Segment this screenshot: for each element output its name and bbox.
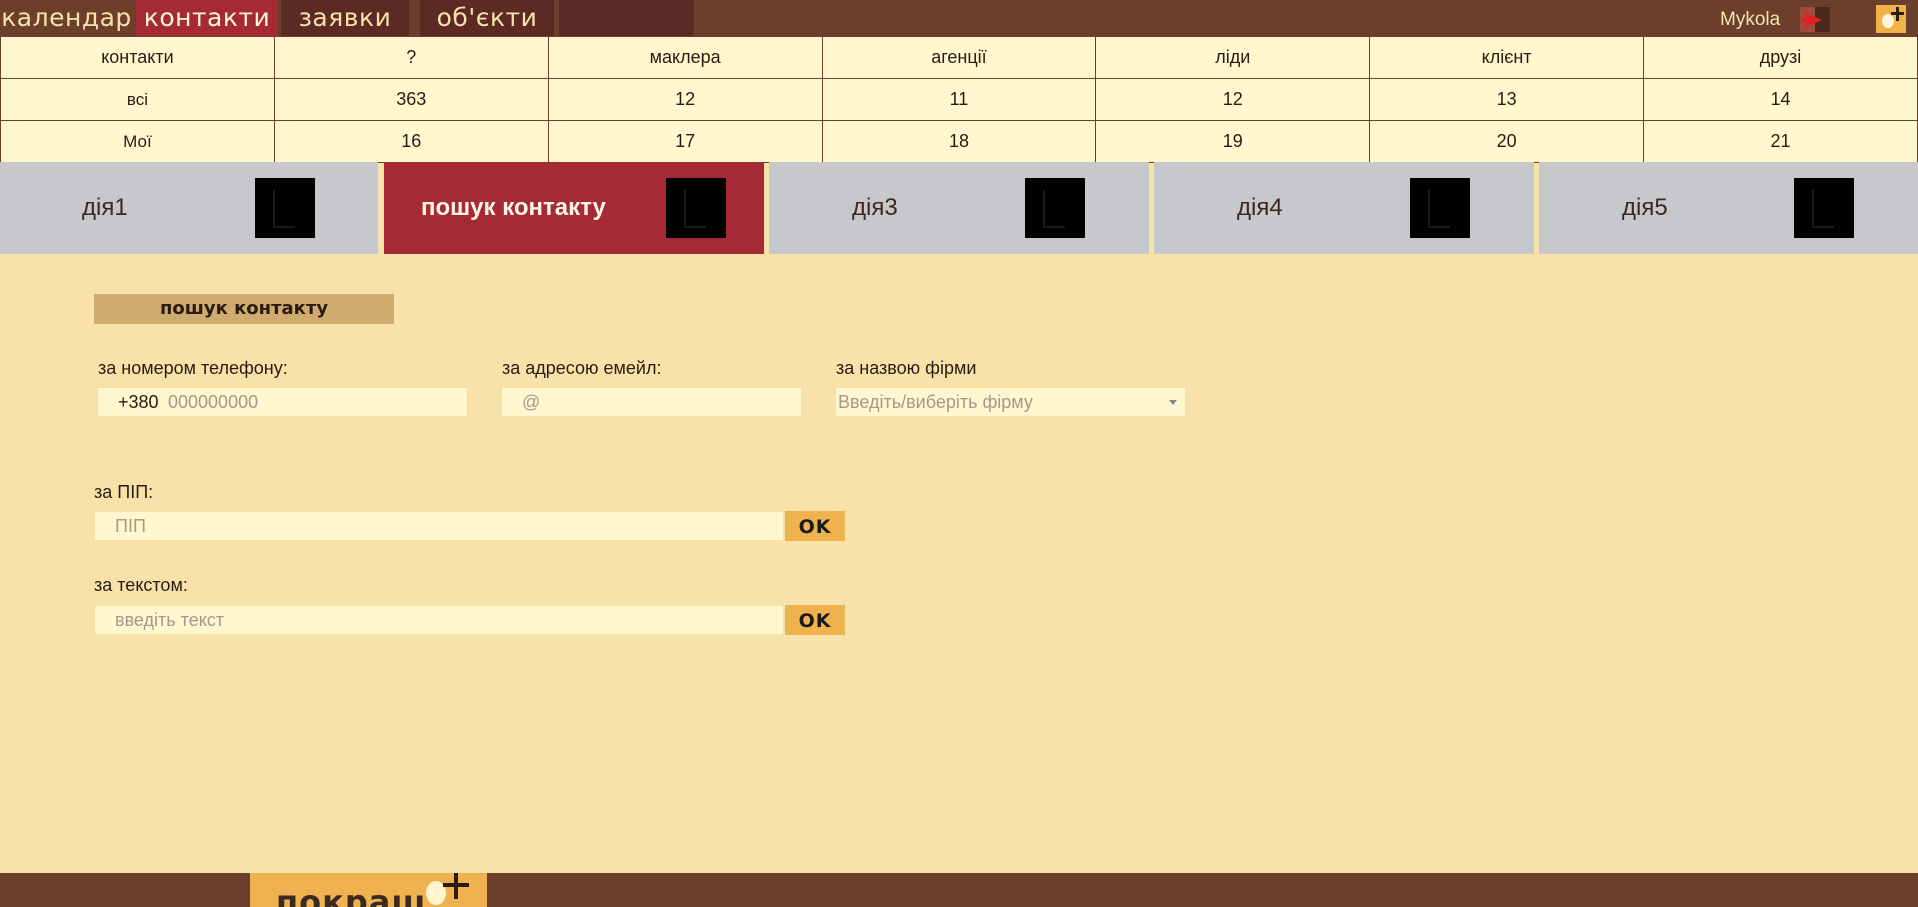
row-label: всі [0, 78, 275, 121]
table-cell[interactable]: 363 [273, 78, 549, 121]
nav-tab-calendar[interactable]: календар [0, 0, 133, 36]
column-header: контакти [0, 36, 275, 79]
table-header-row: контакти ? маклера агенції ліди клієнт д… [0, 36, 1918, 79]
action-tile-label: дія1 [82, 194, 128, 221]
firm-select[interactable] [835, 387, 1186, 417]
top-nav-bar: календар контакти заявки об'єкти Mykola [0, 0, 1918, 36]
nav-tab-requests[interactable]: заявки [281, 0, 409, 36]
improve-button[interactable]: покращ [250, 873, 487, 907]
table-cell[interactable]: 12 [1095, 78, 1371, 121]
chevron-down-icon[interactable] [1169, 400, 1177, 405]
row-label: Мої [0, 120, 275, 163]
action-tile-5[interactable]: дія5 [1539, 162, 1918, 254]
action-image-icon [666, 178, 726, 238]
table-cell[interactable]: 17 [547, 120, 823, 163]
lightbulb-plus-icon[interactable] [1876, 5, 1906, 33]
user-name: Mykola [1720, 9, 1781, 30]
contacts-stats-table: контакти ? маклера агенції ліди клієнт д… [0, 36, 1918, 163]
pip-label: за ПІП: [94, 482, 154, 502]
phone-label: за номером телефону: [98, 358, 288, 378]
email-field [501, 387, 802, 417]
action-image-icon [255, 178, 315, 238]
action-tile-search-contact[interactable]: пошук контакту [384, 162, 764, 254]
table-cell[interactable]: 16 [273, 120, 549, 163]
text-input[interactable] [115, 606, 775, 634]
pip-field [94, 511, 784, 541]
column-header[interactable]: маклера [547, 36, 823, 79]
text-field [94, 605, 784, 635]
table-cell[interactable]: 18 [821, 120, 1097, 163]
action-tile-4[interactable]: дія4 [1154, 162, 1534, 254]
table-row: всі 363 12 11 12 13 14 [0, 78, 1918, 121]
action-tile-label: дія3 [852, 194, 898, 221]
table-cell[interactable]: 20 [1369, 120, 1645, 163]
phone-prefix: +380 [118, 392, 159, 412]
action-tile-1[interactable]: дія1 [0, 162, 378, 254]
table-cell[interactable]: 11 [821, 78, 1097, 121]
nav-tab-empty[interactable] [559, 0, 694, 36]
nav-tab-objects[interactable]: об'єкти [420, 0, 554, 36]
column-header[interactable]: агенції [821, 36, 1097, 79]
table-cell[interactable]: 13 [1369, 78, 1645, 121]
logout-icon[interactable] [1800, 7, 1830, 32]
column-header[interactable]: ? [273, 36, 549, 79]
action-image-icon [1410, 178, 1470, 238]
action-image-icon [1025, 178, 1085, 238]
table-cell[interactable]: 14 [1643, 78, 1918, 121]
column-header[interactable]: клієнт [1369, 36, 1645, 79]
text-ok-button[interactable]: OK [785, 605, 845, 635]
table-cell[interactable]: 19 [1095, 120, 1371, 163]
phone-input[interactable] [168, 388, 458, 416]
email-label: за адресою емейл: [502, 358, 662, 378]
pip-input[interactable] [115, 512, 775, 540]
action-tile-label: дія5 [1622, 194, 1668, 221]
table-cell[interactable]: 21 [1643, 120, 1918, 163]
column-header[interactable]: друзі [1643, 36, 1918, 79]
pip-ok-button[interactable]: OK [785, 511, 845, 541]
nav-tab-contacts[interactable]: контакти [136, 0, 278, 36]
form-title: пошук контакту [94, 294, 394, 324]
action-tile-3[interactable]: дія3 [769, 162, 1149, 254]
firm-label: за назвою фірми [836, 358, 977, 378]
column-header[interactable]: ліди [1095, 36, 1371, 79]
text-label: за текстом: [94, 575, 188, 595]
table-cell[interactable]: 12 [547, 78, 823, 121]
action-tile-label: дія4 [1237, 194, 1283, 221]
action-image-icon [1794, 178, 1854, 238]
phone-field: +380 [97, 387, 468, 417]
table-row: Мої 16 17 18 19 20 21 [0, 120, 1918, 163]
email-input[interactable] [522, 388, 792, 416]
action-tile-label: пошук контакту [421, 194, 606, 221]
firm-input[interactable] [838, 388, 1158, 416]
improve-label: покращ [276, 883, 428, 907]
action-tiles: дія1 пошук контакту дія3 дія4 дія5 [0, 162, 1918, 254]
